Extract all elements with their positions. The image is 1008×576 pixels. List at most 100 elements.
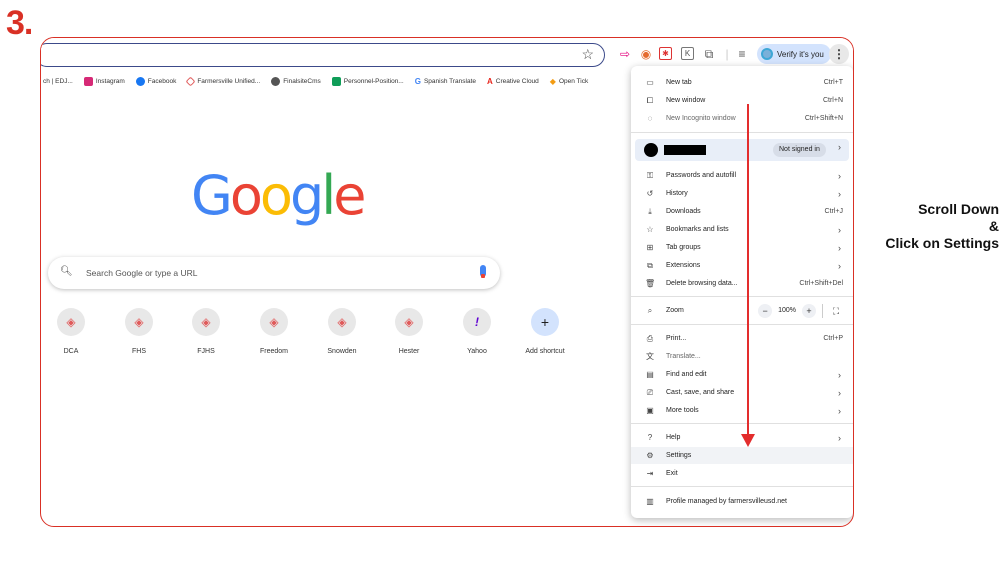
zoom-in-button[interactable]: + — [802, 303, 816, 318]
zoom-out-button[interactable]: − — [758, 303, 773, 318]
menu-zoom: ⌕ Zoom − 100% + ⛶ — [631, 302, 853, 319]
instruction-line: & — [988, 218, 999, 234]
shortcut-tile[interactable]: ◈ Snowden — [312, 308, 372, 355]
microphone-icon[interactable] — [480, 265, 486, 278]
building-icon: ▥ — [646, 497, 654, 506]
menu-new-tab[interactable]: ▭ New tab Ctrl+T — [631, 74, 853, 91]
step-number: 3. — [6, 4, 33, 42]
shortcut-tile[interactable]: ◈ FJHS — [176, 308, 236, 355]
logo-letter: o — [259, 164, 293, 227]
exit-icon: ⇥ — [646, 469, 654, 478]
chevron-right-icon: › — [838, 242, 841, 253]
bookmark-item[interactable]: G Spanish Translate — [415, 77, 476, 86]
kebab-menu-icon[interactable]: ⋮ — [829, 44, 849, 64]
extension-pink-icon[interactable]: ⇨ — [618, 47, 632, 61]
download-icon: ⤓ — [648, 206, 652, 216]
menu-divider — [631, 423, 853, 424]
extension-red-icon[interactable]: ✱ — [659, 47, 672, 60]
bookmark-star-icon[interactable]: ☆ — [581, 46, 594, 63]
incognito-icon: ◌ — [647, 114, 653, 123]
printer-icon: ⎙ — [646, 333, 654, 343]
plus-icon: + — [531, 308, 559, 336]
district-icon: ◈ — [260, 308, 288, 336]
menu-tab-groups[interactable]: ⊞ Tab groups › — [631, 239, 853, 256]
reading-list-icon[interactable]: ≡ — [735, 47, 749, 61]
menu-exit[interactable]: ⇥ Exit — [631, 465, 853, 482]
extension-orange-icon[interactable]: ◉ — [639, 47, 653, 61]
sign-in-status: Not signed in — [773, 143, 826, 157]
menu-profile-row[interactable]: Not signed in › — [635, 139, 849, 161]
key-icon: ⚿ — [646, 170, 654, 180]
instruction-line: Click on Settings — [885, 235, 999, 251]
menu-extensions[interactable]: ⧉ Extensions › — [631, 257, 853, 274]
menu-delete-data[interactable]: 🗑︎ Delete browsing data... Ctrl+Shift+Del — [631, 275, 853, 292]
bookmark-item[interactable]: Facebook — [135, 76, 176, 86]
avatar-icon — [761, 48, 773, 60]
help-icon: ? — [647, 433, 653, 442]
menu-find-edit[interactable]: ▤ Find and edit › — [631, 366, 853, 383]
logo-letter: o — [229, 164, 263, 227]
menu-bookmarks[interactable]: ☆ Bookmarks and lists › — [631, 221, 853, 238]
menu-settings[interactable]: ⚙ Settings — [631, 447, 853, 464]
district-icon: ◈ — [192, 308, 220, 336]
logo-letter: l — [321, 164, 336, 227]
toolbox-icon: ▣ — [646, 406, 654, 415]
menu-print[interactable]: ⎙ Print... Ctrl+P — [631, 330, 853, 347]
menu-passwords[interactable]: ⚿ Passwords and autofill › — [631, 167, 853, 184]
menu-cast[interactable]: ⎚ Cast, save, and share › — [631, 384, 853, 401]
google-logo: Google — [191, 164, 367, 227]
menu-translate[interactable]: 文 Translate... — [631, 348, 853, 365]
chevron-right-icon: › — [838, 432, 841, 443]
puzzle-icon[interactable]: ⧉ — [702, 47, 716, 61]
bookmark-item[interactable]: FinalsiteCms — [271, 76, 321, 86]
shortcut-tile[interactable]: ◈ DCA — [41, 308, 101, 355]
shortcut-tile[interactable]: ◈ FHS — [109, 308, 169, 355]
menu-more-tools[interactable]: ▣ More tools › — [631, 402, 853, 419]
bookmark-item[interactable]: Instagram — [83, 76, 125, 86]
district-icon: ◈ — [125, 308, 153, 336]
menu-downloads[interactable]: ⤓ Downloads Ctrl+J — [631, 203, 853, 220]
ticket-icon: ◆ — [549, 76, 556, 86]
bookmark-item[interactable]: ch | EDJ... — [43, 78, 73, 85]
menu-managed[interactable]: ▥ Profile managed by farmersvilleusd.net — [631, 493, 853, 510]
address-bar[interactable]: ☆ — [41, 43, 605, 67]
menu-incognito[interactable]: ◌ New Incognito window Ctrl+Shift+N — [631, 110, 853, 127]
verify-profile-button[interactable]: Verify it's you — [757, 44, 831, 64]
chevron-right-icon: › — [838, 224, 841, 235]
chevron-right-icon: › — [838, 142, 841, 152]
zoom-level: 100% — [778, 307, 796, 314]
menu-history[interactable]: ↺ History › — [631, 185, 853, 202]
bookmark-item[interactable]: Farmersville Unified... — [185, 76, 260, 86]
menu-divider — [631, 132, 853, 133]
shortcut-tile[interactable]: ◈ Hester — [379, 308, 439, 355]
shortcuts-grid: ◈ DCA ◈ FHS ◈ FJHS ◈ Freedom ◈ Snowden ◈ Heste… — [41, 308, 581, 368]
search-icon: 🔍︎ — [60, 266, 73, 277]
logo-letter: G — [191, 164, 233, 227]
shortcut-tile[interactable]: ◈ Freedom — [244, 308, 304, 355]
sheets-icon — [331, 76, 341, 86]
district-icon: ◈ — [57, 308, 85, 336]
menu-divider — [631, 296, 853, 297]
profile-avatar — [644, 143, 658, 157]
chrome-menu: ▭ New tab Ctrl+T ⧠ New window Ctrl+N ◌ New In… — [631, 66, 853, 518]
zoom-icon: ⌕ — [647, 305, 653, 315]
tab-groups-icon: ⊞ — [646, 243, 654, 252]
profile-name-redacted — [664, 145, 706, 155]
chevron-right-icon: › — [838, 369, 841, 380]
cast-icon: ⎚ — [646, 387, 654, 397]
bookmark-item[interactable]: Personnel-Position... — [331, 76, 404, 86]
bookmark-item[interactable]: A Creative Cloud — [487, 77, 539, 86]
bookmark-item[interactable]: ◆ Open Tick — [550, 77, 588, 86]
browser-window: ☆ ⇨ ◉ ✱ K ⧉ | ≡ Verify it's you ⋮ ch | E… — [40, 37, 854, 527]
district-icon: ◈ — [328, 308, 356, 336]
shortcut-tile[interactable]: + Add shortcut — [515, 308, 575, 355]
logo-letter: e — [333, 164, 366, 227]
extension-k-icon[interactable]: K — [681, 47, 694, 60]
fullscreen-icon[interactable]: ⛶ — [829, 303, 843, 318]
adobe-icon: A — [487, 76, 493, 86]
menu-new-window[interactable]: ⧠ New window Ctrl+N — [631, 92, 853, 109]
instruction-text: Scroll Down & Click on Settings — [885, 201, 999, 252]
translate-icon: 文 — [646, 352, 654, 361]
search-box[interactable]: 🔍︎ Search Google or type a URL — [48, 257, 500, 289]
shortcut-tile[interactable]: ! Yahoo — [447, 308, 507, 355]
